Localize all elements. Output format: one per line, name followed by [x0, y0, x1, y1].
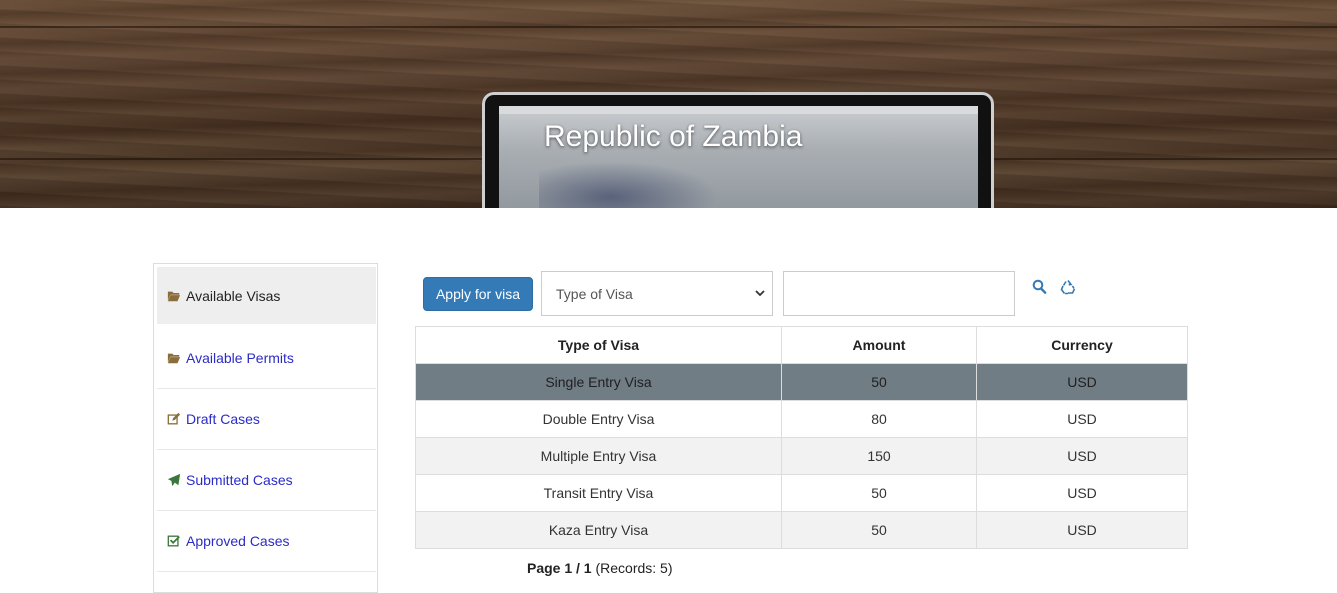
table-cell: USD	[976, 400, 1188, 438]
table-cell: 80	[781, 400, 977, 438]
folder-open-icon	[167, 353, 181, 364]
search-icon[interactable]	[1032, 279, 1047, 300]
table-cell: 50	[781, 474, 977, 512]
column-header-amount[interactable]: Amount	[781, 326, 977, 364]
sidebar-item-label: Available Visas	[186, 287, 281, 304]
chevron-down-icon	[755, 290, 765, 297]
page-title: Republic of Zambia	[544, 120, 803, 153]
table-cell: USD	[976, 474, 1188, 512]
table-cell: Multiple Entry Visa	[415, 437, 782, 475]
apply-for-visa-button[interactable]: Apply for visa	[423, 277, 533, 311]
sidebar-item-label: Approved Cases	[186, 533, 290, 549]
table-row[interactable]: Single Entry Visa 50 USD	[415, 363, 1188, 401]
table-row[interactable]: Double Entry Visa 80 USD	[415, 400, 1188, 438]
sidebar-item-submitted-cases[interactable]: Submitted Cases	[157, 450, 376, 511]
sidebar: Available Visas Available Permits Draft …	[153, 263, 378, 593]
page-number: Page 1 / 1	[527, 560, 592, 576]
record-count: (Records: 5)	[595, 560, 673, 576]
table-cell: Single Entry Visa	[415, 363, 782, 401]
table-cell: USD	[976, 511, 1188, 549]
sidebar-item-available-visas[interactable]: Available Visas	[157, 267, 376, 324]
sidebar-item-draft-cases[interactable]: Draft Cases	[157, 389, 376, 450]
column-header-currency[interactable]: Currency	[976, 326, 1188, 364]
sidebar-item-label: Submitted Cases	[186, 472, 293, 488]
pagination-info: Page 1 / 1 (Records: 5)	[527, 560, 673, 576]
edit-icon	[167, 412, 181, 425]
table-cell: Transit Entry Visa	[415, 474, 782, 512]
table-cell: 150	[781, 437, 977, 475]
table-row[interactable]: Kaza Entry Visa 50 USD	[415, 511, 1188, 549]
table-cell: 50	[781, 511, 977, 549]
sidebar-item-approved-cases[interactable]: Approved Cases	[157, 511, 376, 572]
table-row[interactable]: Transit Entry Visa 50 USD	[415, 474, 1188, 512]
table-cell: USD	[976, 437, 1188, 475]
visa-type-select[interactable]: Type of Visa	[541, 271, 773, 316]
visa-type-select-value: Type of Visa	[556, 285, 633, 302]
wood-plank-seam	[0, 26, 1337, 28]
search-input[interactable]	[783, 271, 1015, 316]
header-banner: Republic of Zambia	[0, 0, 1337, 208]
folder-open-icon	[167, 291, 181, 301]
table-row[interactable]: Multiple Entry Visa 150 USD	[415, 437, 1188, 475]
sidebar-item-available-permits[interactable]: Available Permits	[157, 328, 376, 389]
send-icon	[167, 473, 181, 487]
table-header-row: Type of Visa Amount Currency	[415, 326, 1188, 364]
table-cell: USD	[976, 363, 1188, 401]
table-cell: Kaza Entry Visa	[415, 511, 782, 549]
table-cell: Double Entry Visa	[415, 400, 782, 438]
sidebar-item-label: Draft Cases	[186, 411, 260, 427]
table-cell: 50	[781, 363, 977, 401]
visa-table: Type of Visa Amount Currency Single Entr…	[415, 326, 1188, 549]
column-header-type[interactable]: Type of Visa	[415, 326, 782, 364]
sidebar-item-label: Available Permits	[186, 350, 294, 366]
check-square-icon	[167, 535, 180, 547]
recycle-icon[interactable]	[1060, 279, 1076, 300]
